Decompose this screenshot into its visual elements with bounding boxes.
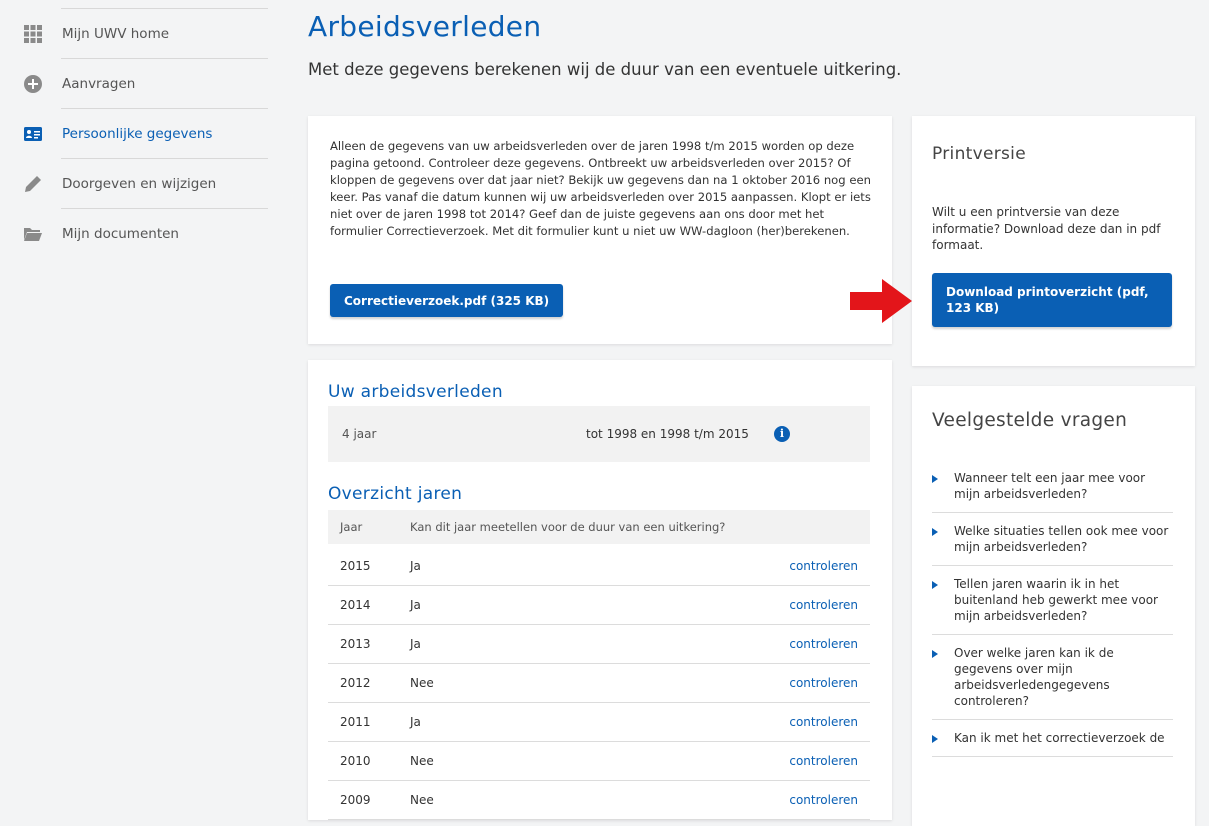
correctieverzoek-download-button[interactable]: Correctieverzoek.pdf (325 KB)	[330, 284, 564, 317]
faq-title: Veelgestelde vragen	[932, 410, 1128, 431]
faq-item[interactable]: Wanneer telt een jaar mee voor mijn arbe…	[932, 460, 1173, 513]
faq-question: Welke situaties tellen ook mee voor mijn…	[954, 524, 1169, 554]
row-year: 2014	[340, 598, 371, 612]
row-value: Ja	[410, 598, 421, 612]
faq-item[interactable]: Kan ik met het correctieverzoek de	[932, 720, 1173, 757]
folder-icon	[24, 225, 42, 243]
column-header-year: Jaar	[340, 520, 363, 534]
controleren-link[interactable]: controleren	[789, 598, 858, 612]
sidebar-item-label: Aanvragen	[62, 76, 136, 92]
table-row: 2015 Ja controleren	[328, 547, 870, 586]
summary-years: 4 jaar	[342, 427, 377, 441]
sidebar-item-persoonlijke-gegevens[interactable]: Persoonlijke gegevens	[20, 109, 268, 159]
row-value: Ja	[410, 559, 421, 573]
intro-text: Alleen de gegevens van uw arbeidsverlede…	[330, 139, 871, 238]
row-value: Ja	[410, 715, 421, 729]
pencil-icon	[24, 175, 42, 193]
sidebar-item-mijn-documenten[interactable]: Mijn documenten	[20, 209, 268, 259]
row-value: Ja	[410, 637, 421, 651]
controleren-link[interactable]: controleren	[789, 793, 858, 807]
sidebar: Mijn UWV home Aanvragen Persoonlijke geg…	[20, 0, 268, 259]
page-title: Arbeidsverleden	[308, 10, 542, 43]
controleren-link[interactable]: controleren	[789, 637, 858, 651]
sidebar-item-label: Mijn UWV home	[62, 26, 170, 42]
grid-icon	[24, 25, 42, 43]
row-year: 2009	[340, 793, 371, 807]
table-header: Jaar Kan dit jaar meetellen voor de duur…	[328, 510, 870, 544]
faq-question: Over welke jaren kan ik de gegevens over…	[954, 646, 1114, 708]
sidebar-item-home[interactable]: Mijn UWV home	[20, 9, 268, 59]
faq-item[interactable]: Tellen jaren waarin ik in het buitenland…	[932, 566, 1173, 635]
sidebar-item-aanvragen[interactable]: Aanvragen	[20, 59, 268, 109]
faq-question: Wanneer telt een jaar mee voor mijn arbe…	[954, 471, 1146, 501]
faq-card: Veelgestelde vragen Wanneer telt een jaa…	[912, 386, 1195, 826]
controleren-link[interactable]: controleren	[789, 559, 858, 573]
sidebar-item-doorgeven-en-wijzigen[interactable]: Doorgeven en wijzigen	[20, 159, 268, 209]
row-year: 2015	[340, 559, 371, 573]
caret-right-icon	[932, 528, 938, 536]
table-row: 2010 Nee controleren	[328, 742, 870, 781]
row-year: 2010	[340, 754, 371, 768]
overzicht-jaren-title: Overzicht jaren	[328, 484, 463, 504]
years-table: 2015 Ja controleren 2014 Ja controleren …	[328, 547, 870, 820]
row-value: Nee	[410, 676, 434, 690]
intro-card: Alleen de gegevens van uw arbeidsverlede…	[308, 116, 892, 344]
caret-right-icon	[932, 581, 938, 589]
download-printoverzicht-button[interactable]: Download printoverzicht (pdf, 123 KB)	[932, 273, 1172, 327]
print-card: Printversie Wilt u een printversie van d…	[912, 116, 1195, 366]
controleren-link[interactable]: controleren	[789, 754, 858, 768]
caret-right-icon	[932, 475, 938, 483]
page-subtitle: Met deze gegevens berekenen wij de duur …	[308, 60, 902, 79]
id-card-icon	[24, 125, 42, 143]
table-row: 2012 Nee controleren	[328, 664, 870, 703]
plus-circle-icon	[24, 75, 42, 93]
faq-item[interactable]: Over welke jaren kan ik de gegevens over…	[932, 635, 1173, 720]
sidebar-item-label: Mijn documenten	[62, 226, 179, 242]
row-year: 2013	[340, 637, 371, 651]
controleren-link[interactable]: controleren	[789, 715, 858, 729]
arbeidsverleden-card: Uw arbeidsverleden 4 jaar tot 1998 en 19…	[308, 360, 892, 820]
arrow-right-icon	[850, 279, 912, 323]
print-title: Printversie	[932, 144, 1026, 164]
table-row: 2013 Ja controleren	[328, 625, 870, 664]
row-value: Nee	[410, 793, 434, 807]
column-header-question: Kan dit jaar meetellen voor de duur van …	[410, 520, 726, 534]
sidebar-item-label: Persoonlijke gegevens	[62, 126, 213, 142]
table-row: 2009 Nee controleren	[328, 781, 870, 820]
caret-right-icon	[932, 650, 938, 658]
caret-right-icon	[932, 735, 938, 743]
print-text: Wilt u een printversie van deze informat…	[932, 205, 1161, 252]
row-value: Nee	[410, 754, 434, 768]
sidebar-top-divider	[61, 0, 268, 9]
faq-item[interactable]: Welke situaties tellen ook mee voor mijn…	[932, 513, 1173, 566]
sidebar-item-label: Doorgeven en wijzigen	[62, 176, 217, 192]
info-icon[interactable]: i	[774, 426, 790, 442]
row-year: 2011	[340, 715, 371, 729]
summary-period: tot 1998 en 1998 t/m 2015	[586, 427, 749, 441]
row-year: 2012	[340, 676, 371, 690]
arbeidsverleden-summary: 4 jaar tot 1998 en 1998 t/m 2015 i	[328, 406, 870, 462]
faq-list: Wanneer telt een jaar mee voor mijn arbe…	[932, 460, 1173, 757]
controleren-link[interactable]: controleren	[789, 676, 858, 690]
table-row: 2011 Ja controleren	[328, 703, 870, 742]
table-row: 2014 Ja controleren	[328, 586, 870, 625]
arbeidsverleden-title: Uw arbeidsverleden	[328, 382, 503, 402]
faq-question: Kan ik met het correctieverzoek de	[954, 731, 1165, 745]
faq-question: Tellen jaren waarin ik in het buitenland…	[954, 577, 1158, 623]
